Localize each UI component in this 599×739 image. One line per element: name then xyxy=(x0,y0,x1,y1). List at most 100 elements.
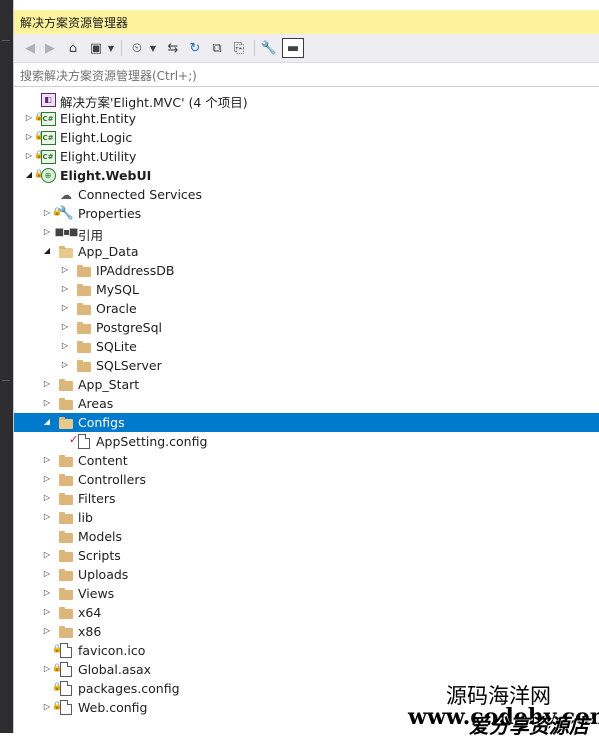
expand-arrow-icon[interactable]: ▷ xyxy=(60,322,70,332)
dropdown-icon[interactable]: ▼ xyxy=(148,39,158,57)
expand-arrow-icon[interactable]: ▷ xyxy=(42,550,52,560)
tree-item-label: Elight.WebUI xyxy=(60,168,152,183)
tree-item[interactable]: ◢ App_Data xyxy=(14,242,599,261)
tree-item-label: lib xyxy=(78,510,93,525)
home-icon[interactable]: ⌂ xyxy=(64,39,82,57)
expand-arrow-icon[interactable]: ▷ xyxy=(42,607,52,617)
collapse-arrow-icon[interactable]: ◢ xyxy=(24,170,34,180)
expand-arrow-icon[interactable]: ▷ xyxy=(42,379,52,389)
expand-arrow-icon[interactable]: ▷ xyxy=(60,265,70,275)
tree-item[interactable]: ▷ 🔒 🔧 Properties xyxy=(14,204,599,223)
collapse-all-icon[interactable]: ⧉ xyxy=(208,39,226,57)
dock-divider xyxy=(2,380,10,381)
tree-item[interactable]: ✓ AppSetting.config xyxy=(14,432,599,451)
expand-arrow-icon[interactable]: ▷ xyxy=(60,284,70,294)
asax-file-icon xyxy=(58,662,74,677)
tree-item[interactable]: ▷ 🔒 C# Elight.Logic xyxy=(14,128,599,147)
expand-arrow-icon[interactable]: ▷ xyxy=(42,664,52,674)
expand-arrow-icon[interactable]: ▷ xyxy=(24,113,34,123)
tree-item[interactable]: ◢ Configs xyxy=(14,413,599,432)
folder-icon xyxy=(76,301,92,316)
tree-item[interactable]: ▷ SQLite xyxy=(14,337,599,356)
refresh-icon[interactable]: ↻ xyxy=(186,39,204,57)
tree-item-label: Controllers xyxy=(78,472,146,487)
expand-arrow-icon[interactable]: ▷ xyxy=(42,512,52,522)
folder-icon xyxy=(58,529,74,544)
tree-item-label: x86 xyxy=(78,624,102,639)
dropdown-icon[interactable]: ▼ xyxy=(106,39,116,57)
expand-arrow-icon[interactable]: ▷ xyxy=(24,132,34,142)
tree-item[interactable]: ▷ MySQL xyxy=(14,280,599,299)
expand-arrow-icon[interactable]: ▷ xyxy=(42,493,52,503)
tree-item[interactable]: ▷ ■▪■ 引用 xyxy=(14,223,599,243)
tree-item[interactable]: ▷ Uploads xyxy=(14,565,599,584)
expand-arrow-icon[interactable]: ▷ xyxy=(42,227,52,237)
switch-views-icon[interactable]: ▣ xyxy=(87,39,105,57)
tree-item[interactable]: ▷ Views xyxy=(14,584,599,603)
sync-icon[interactable]: ⇆ xyxy=(164,39,182,57)
expand-arrow-icon[interactable]: ▷ xyxy=(60,360,70,370)
tree-item[interactable]: ▷ Content xyxy=(14,451,599,470)
tree-item[interactable]: ▷ PostgreSql xyxy=(14,318,599,337)
tree-item[interactable]: ▷ 🔒 C# Elight.Utility xyxy=(14,147,599,166)
expand-arrow-icon[interactable]: ▷ xyxy=(24,151,34,161)
references-icon: ■▪■ xyxy=(54,227,79,238)
expand-arrow-icon[interactable]: ▷ xyxy=(42,569,52,579)
tree-item-label: AppSetting.config xyxy=(96,434,208,449)
expand-arrow-icon[interactable]: ▷ xyxy=(60,341,70,351)
solution-icon: ◧ xyxy=(40,92,56,107)
folder-icon xyxy=(58,510,74,525)
expand-arrow-icon[interactable]: ▷ xyxy=(42,455,52,465)
toolbar-separator xyxy=(121,40,122,56)
tree-item-label: Oracle xyxy=(96,301,137,316)
forward-icon[interactable]: ▶ xyxy=(42,39,58,57)
expand-arrow-icon[interactable]: ▷ xyxy=(42,702,52,712)
folder-open-icon xyxy=(58,244,74,259)
back-icon[interactable]: ◀ xyxy=(22,39,38,57)
properties-icon[interactable]: 🔧 xyxy=(260,39,278,57)
tree-item[interactable]: ◢ 🔒 ⊕ Elight.WebUI xyxy=(14,166,599,185)
tree-item-label: Elight.Entity xyxy=(60,111,137,126)
tree-item-label: Areas xyxy=(78,396,114,411)
expand-arrow-icon[interactable]: ▷ xyxy=(42,626,52,636)
panel-titlebar[interactable]: 解决方案资源管理器 xyxy=(14,10,599,34)
tree-item[interactable]: ▷ x86 xyxy=(14,622,599,641)
tree-item[interactable]: ▷ SQLServer xyxy=(14,356,599,375)
expand-arrow-icon[interactable]: ▷ xyxy=(42,208,52,218)
image-file-icon xyxy=(58,643,74,658)
collapse-arrow-icon[interactable]: ◢ xyxy=(42,417,52,427)
tree-item[interactable]: ▷ lib xyxy=(14,508,599,527)
tree-item-label: Views xyxy=(78,586,115,601)
tree-item[interactable]: ▷ 🔒 C# Elight.Entity xyxy=(14,109,599,128)
expand-arrow-icon[interactable]: ▷ xyxy=(42,398,52,408)
preview-icon[interactable]: ▬ xyxy=(282,38,304,58)
tree-item-label: favicon.ico xyxy=(78,643,146,658)
tree-item-label: Elight.Logic xyxy=(60,130,133,145)
tree-item[interactable]: ▷ IPAddressDB xyxy=(14,261,599,280)
tree-item[interactable]: Models xyxy=(14,527,599,546)
tree-item-label: Web.config xyxy=(78,700,148,715)
tree-item[interactable]: ▷ App_Start xyxy=(14,375,599,394)
tree-item[interactable]: ▷ x64 xyxy=(14,603,599,622)
pending-changes-icon[interactable]: ⏲ xyxy=(128,39,146,57)
expand-arrow-icon[interactable]: ▷ xyxy=(42,474,52,484)
folder-icon xyxy=(76,320,92,335)
tree-item-label: Connected Services xyxy=(78,187,202,202)
tree-item[interactable]: ▷ 🔒 Global.asax xyxy=(14,660,599,679)
tree-item[interactable]: ▷ Filters xyxy=(14,489,599,508)
tree-item[interactable]: ▷ Controllers xyxy=(14,470,599,489)
config-file-icon xyxy=(58,700,74,715)
tree-item-label: Global.asax xyxy=(78,662,152,677)
tree-item[interactable]: ☁ Connected Services xyxy=(14,185,599,204)
show-all-files-icon[interactable]: ⎘ xyxy=(230,39,248,57)
expand-arrow-icon[interactable]: ▷ xyxy=(42,588,52,598)
tree-item-label: PostgreSql xyxy=(96,320,162,335)
tree-item[interactable]: ▷ Oracle xyxy=(14,299,599,318)
expand-arrow-icon[interactable]: ▷ xyxy=(60,303,70,313)
tree-item[interactable]: 🔒 favicon.ico xyxy=(14,641,599,660)
tree-item[interactable]: ◧ 解决方案'Elight.MVC' (4 个项目) xyxy=(14,90,599,110)
tree-item[interactable]: ▷ Areas xyxy=(14,394,599,413)
search-input[interactable]: 搜索解决方案资源管理器(Ctrl+;) xyxy=(14,63,599,87)
collapse-arrow-icon[interactable]: ◢ xyxy=(42,246,52,256)
tree-item[interactable]: ▷ Scripts xyxy=(14,546,599,565)
